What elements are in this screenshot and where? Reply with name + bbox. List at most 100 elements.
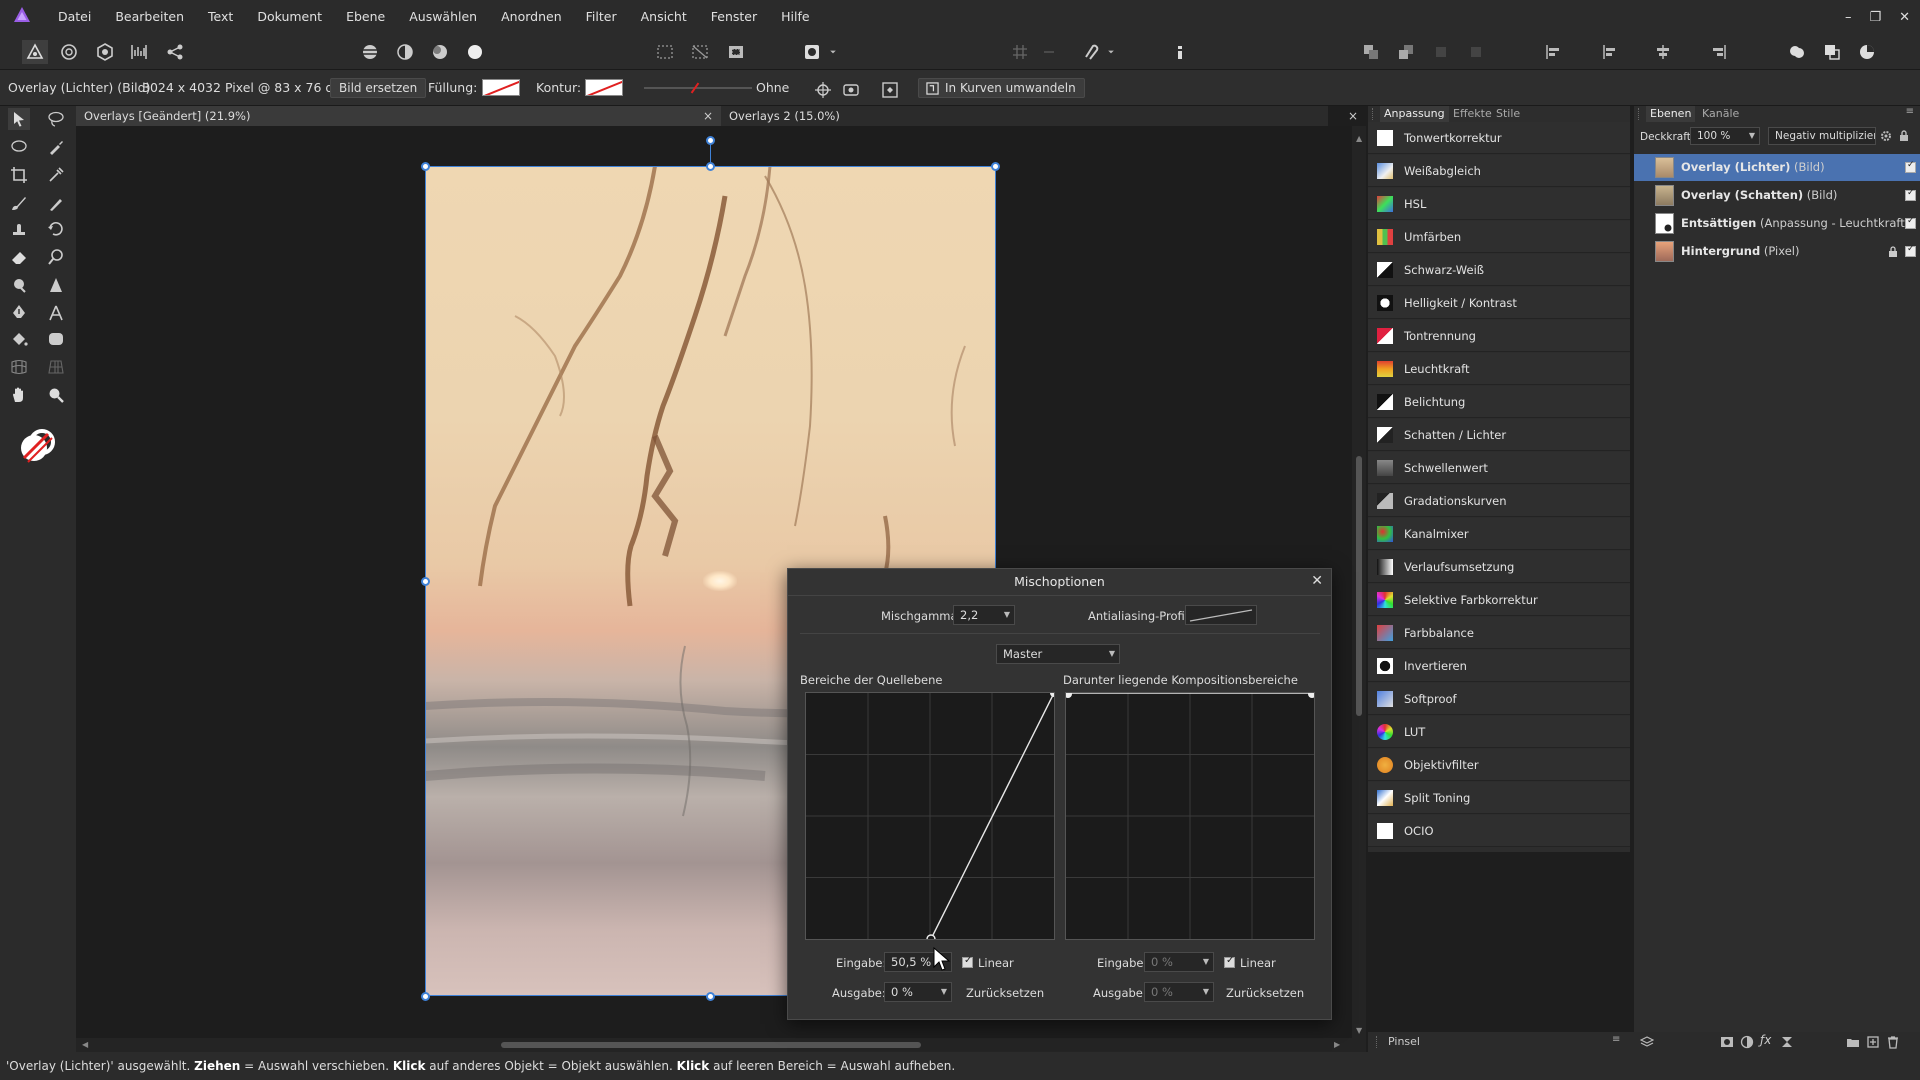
adjustment-split-toning[interactable]: Split Toning [1368, 782, 1630, 814]
scroll-down-arrow[interactable]: ▼ [1356, 1026, 1362, 1035]
shape-tool[interactable] [45, 328, 67, 350]
invert-selection-button[interactable] [723, 40, 749, 64]
develop-persona-button[interactable] [92, 40, 118, 64]
brush-tool[interactable] [45, 192, 67, 214]
underlying-range-graph[interactable] [1065, 692, 1315, 940]
layer-stack-icon[interactable] [1640, 1035, 1654, 1049]
dodge-tool[interactable] [45, 246, 67, 268]
align-left-button[interactable] [1540, 40, 1566, 64]
menu-datei[interactable]: Datei [58, 0, 103, 34]
stroke-swatch[interactable] [585, 79, 623, 96]
scroll-right-arrow[interactable]: ▶ [1334, 1040, 1340, 1049]
panel-menu-icon[interactable]: ≡ [1612, 1034, 1620, 1045]
restore-button[interactable]: ❐ [1869, 10, 1881, 25]
auto-colors-button[interactable] [427, 40, 453, 64]
menu-ansicht[interactable]: Ansicht [641, 0, 699, 34]
boolean-add-button[interactable] [1784, 40, 1810, 64]
snapping-options-button[interactable] [1036, 40, 1062, 64]
vertical-scroll-thumb[interactable] [1356, 456, 1362, 716]
menu-text[interactable]: Text [208, 0, 245, 34]
right-reset-button[interactable]: Zurücksetzen [1226, 986, 1304, 1000]
layer-visibility-checkbox[interactable] [1905, 244, 1916, 257]
adjustment-lens-filter[interactable]: Objektivfilter [1368, 749, 1630, 781]
menu-filter[interactable]: Filter [586, 0, 629, 34]
adjustment-threshold[interactable]: Schwellenwert [1368, 452, 1630, 484]
align-center-button[interactable] [1596, 40, 1622, 64]
replace-image-button[interactable]: Bild ersetzen [330, 78, 427, 98]
deselect-button[interactable] [687, 40, 713, 64]
text-tool[interactable] [45, 302, 67, 324]
tab-kanaele[interactable]: Kanäle [1702, 106, 1739, 122]
horizontal-scrollbar[interactable]: ◀ ▶ [76, 1038, 1352, 1052]
adjustment-recolor[interactable]: Umfärben [1368, 221, 1630, 253]
resize-handle-left[interactable] [421, 577, 430, 586]
left-output-field[interactable]: 0 % ▼ [884, 982, 952, 1002]
scroll-left-arrow[interactable]: ◀ [82, 1040, 88, 1049]
stroke-width-slider[interactable] [644, 82, 752, 94]
paint-brush-tool[interactable] [8, 192, 30, 214]
new-layer-icon[interactable] [1866, 1035, 1880, 1049]
tab-ebenen[interactable]: Ebenen [1646, 106, 1696, 122]
rotation-handle[interactable] [706, 136, 715, 145]
adjustment-exposure[interactable]: Belichtung [1368, 386, 1630, 418]
resize-handle-top[interactable] [706, 162, 715, 171]
layer-row-overlay-lichter[interactable]: Overlay (Lichter) (Bild) [1634, 154, 1920, 181]
menu-fenster[interactable]: Fenster [711, 0, 769, 34]
tab-overlays[interactable]: Overlays [Geändert] (21.9%) [76, 106, 721, 126]
arrange-top-button[interactable] [1428, 40, 1454, 64]
vertical-scrollbar[interactable]: ▲ ▼ [1352, 126, 1366, 1052]
minimize-button[interactable]: – [1845, 10, 1852, 25]
layer-row-overlay-schatten[interactable]: Overlay (Schatten) (Bild) [1634, 182, 1920, 209]
right-output-field[interactable]: 0 % ▼ [1144, 982, 1214, 1002]
layer-row-entsaettigen[interactable]: Entsättigen (Anpassung - Leuchtkraft) [1634, 210, 1920, 237]
adjustment-ocio[interactable]: OCIO [1368, 815, 1630, 847]
adjustment-levels[interactable]: Tonwertkorrektur [1368, 122, 1630, 154]
align-middle-button[interactable] [1650, 40, 1676, 64]
channel-dropdown[interactable]: Master ▼ [996, 644, 1120, 664]
info-button[interactable] [1167, 40, 1193, 64]
source-range-graph[interactable] [805, 692, 1055, 940]
view-tool[interactable] [8, 384, 30, 406]
layer-visibility-checkbox[interactable] [1905, 216, 1916, 229]
right-linear-checkbox[interactable] [1224, 955, 1235, 968]
auto-contrast-button[interactable] [392, 40, 418, 64]
group-folder-icon[interactable] [1846, 1035, 1860, 1049]
perspective-tool[interactable] [45, 356, 67, 378]
liquify-persona-button[interactable] [56, 40, 82, 64]
assistant-dropdown[interactable] [1104, 40, 1118, 64]
move-tool[interactable] [8, 108, 30, 130]
tab-overlays-2[interactable]: Overlays 2 (15.0%) [721, 106, 1333, 126]
left-linear-checkbox[interactable] [962, 955, 973, 968]
erase-tool[interactable] [8, 246, 30, 268]
fill-swatch[interactable] [482, 79, 520, 96]
assistant-button[interactable] [1078, 40, 1104, 64]
auto-white-balance-button[interactable] [462, 40, 488, 64]
resize-handle-bottom-left[interactable] [421, 992, 430, 1001]
adjustment-hsl[interactable]: HSL [1368, 188, 1630, 220]
align-right-button[interactable] [1706, 40, 1732, 64]
layer-visibility-checkbox[interactable] [1905, 188, 1916, 201]
adjustment-posterize[interactable]: Tontrennung [1368, 320, 1630, 352]
quick-mask-button[interactable] [799, 40, 825, 64]
dialog-close-icon[interactable]: ✕ [1311, 573, 1323, 589]
layer-row-hintergrund[interactable]: Hintergrund (Pixel) [1634, 238, 1920, 265]
photo-persona-button[interactable] [22, 40, 48, 64]
opacity-field[interactable]: 100 % ▼ [1690, 127, 1760, 145]
adjustment-color-balance[interactable]: Farbbalance [1368, 617, 1630, 649]
adjustment-gradient-map[interactable]: Verlaufsumsetzung [1368, 551, 1630, 583]
resize-handle-bottom[interactable] [706, 992, 715, 1001]
color-swatches[interactable] [18, 426, 58, 466]
arrange-forward-button[interactable] [1358, 40, 1384, 64]
clone-tool[interactable] [8, 218, 30, 240]
adjustment-brightness-contrast[interactable]: Helligkeit / Kontrast [1368, 287, 1630, 319]
arrange-bottom-button[interactable] [1463, 40, 1489, 64]
panel-menu-icon[interactable]: ≡ [1906, 106, 1914, 117]
tab-stile[interactable]: Stile [1496, 106, 1520, 122]
adjustment-soft-proof[interactable]: Softproof [1368, 683, 1630, 715]
blur-tool[interactable] [8, 274, 30, 296]
close-window-button[interactable]: ✕ [1899, 10, 1910, 25]
boolean-intersect-button[interactable] [1854, 40, 1880, 64]
transform-origin-button[interactable] [810, 78, 836, 102]
snapping-button[interactable] [1007, 40, 1033, 64]
tab-overlays-2-close-icon[interactable]: × [1348, 106, 1358, 126]
